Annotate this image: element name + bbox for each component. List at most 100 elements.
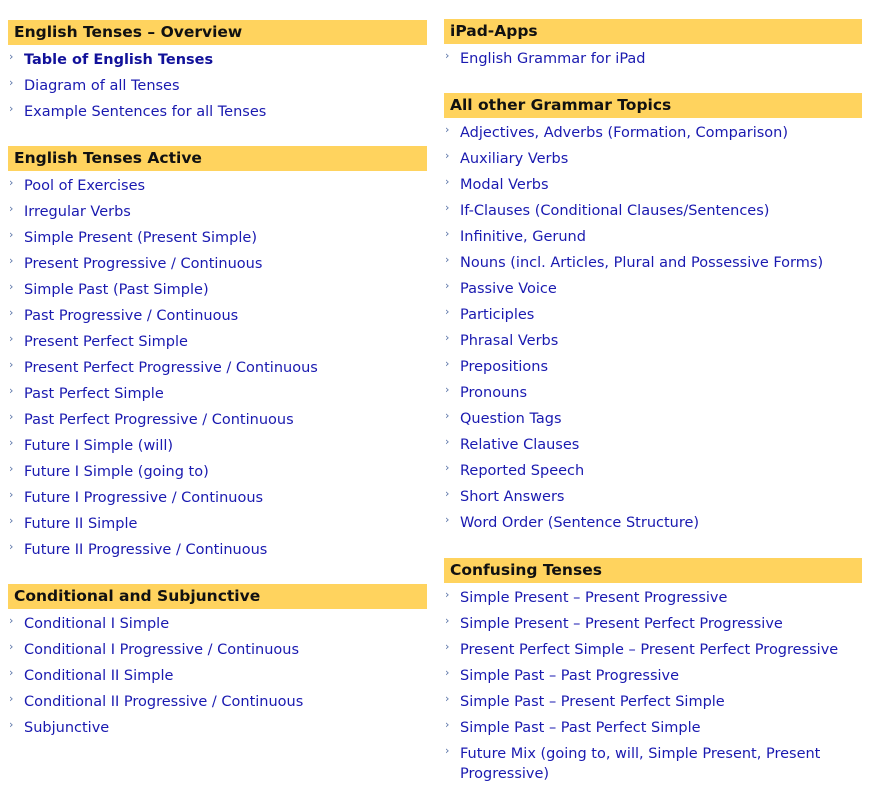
- link-future-mix-going-to-will-simple-present-present-progressive[interactable]: Future Mix (going to, will, Simple Prese…: [460, 746, 820, 782]
- list-item: › Passive Voice: [444, 279, 862, 299]
- link-simple-past-present-perfect-simple[interactable]: Simple Past – Present Perfect Simple: [460, 694, 725, 710]
- link-table-of-english-tenses[interactable]: Table of English Tenses: [24, 52, 213, 68]
- chevron-right-icon: ›: [445, 305, 450, 318]
- link-conditional-i-simple[interactable]: Conditional I Simple: [24, 616, 169, 632]
- chevron-right-icon: ›: [9, 540, 14, 553]
- chevron-right-icon: ›: [445, 435, 450, 448]
- list-item: › Conditional II Simple: [8, 666, 427, 686]
- link-simple-past-past-progressive[interactable]: Simple Past – Past Progressive: [460, 668, 679, 684]
- link-question-tags[interactable]: Question Tags: [460, 411, 562, 427]
- list-item: › Example Sentences for all Tenses: [8, 102, 427, 122]
- chevron-right-icon: ›: [9, 462, 14, 475]
- link-reported-speech[interactable]: Reported Speech: [460, 463, 584, 479]
- chevron-right-icon: ›: [445, 588, 450, 601]
- link-english-grammar-for-ipad[interactable]: English Grammar for iPad: [460, 51, 646, 67]
- link-word-order-sentence-structure[interactable]: Word Order (Sentence Structure): [460, 515, 699, 531]
- list-item: › Conditional II Progressive / Continuous: [8, 692, 427, 712]
- link-future-ii-simple[interactable]: Future II Simple: [24, 516, 137, 532]
- link-diagram-of-all-tenses[interactable]: Diagram of all Tenses: [24, 78, 180, 94]
- chevron-right-icon: ›: [9, 332, 14, 345]
- link-list: › Table of English Tenses › Diagram of all …: [8, 50, 427, 122]
- link-adjectives-adverbs-formation-comparison[interactable]: Adjectives, Adverbs (Formation, Comparis…: [460, 125, 788, 141]
- link-relative-clauses[interactable]: Relative Clauses: [460, 437, 579, 453]
- link-modal-verbs[interactable]: Modal Verbs: [460, 177, 549, 193]
- link-present-perfect-progressive-continuous[interactable]: Present Perfect Progressive / Continuous: [24, 360, 318, 376]
- list-item: › Simple Past (Past Simple): [8, 280, 427, 300]
- chevron-right-icon: ›: [9, 76, 14, 89]
- chevron-right-icon: ›: [445, 487, 450, 500]
- link-prepositions[interactable]: Prepositions: [460, 359, 548, 375]
- link-infinitive-gerund[interactable]: Infinitive, Gerund: [460, 229, 586, 245]
- chevron-right-icon: ›: [445, 461, 450, 474]
- link-passive-voice[interactable]: Passive Voice: [460, 281, 557, 297]
- list-item: › Present Perfect Progressive / Continuou…: [8, 358, 427, 378]
- link-simple-present-present-perfect-progressive[interactable]: Simple Present – Present Perfect Progres…: [460, 616, 783, 632]
- link-past-perfect-progressive-continuous[interactable]: Past Perfect Progressive / Continuous: [24, 412, 294, 428]
- link-participles[interactable]: Participles: [460, 307, 534, 323]
- list-item: › If-Clauses (Conditional Clauses/Sentenc…: [444, 201, 862, 221]
- link-conditional-i-progressive-continuous[interactable]: Conditional I Progressive / Continuous: [24, 642, 299, 658]
- list-item: › Simple Past – Past Perfect Simple: [444, 718, 862, 738]
- link-past-progressive-continuous[interactable]: Past Progressive / Continuous: [24, 308, 238, 324]
- chevron-right-icon: ›: [9, 436, 14, 449]
- list-item: › Simple Past – Past Progressive: [444, 666, 862, 686]
- chevron-right-icon: ›: [445, 666, 450, 679]
- link-pronouns[interactable]: Pronouns: [460, 385, 527, 401]
- link-simple-present-present-simple[interactable]: Simple Present (Present Simple): [24, 230, 257, 246]
- section-all-other-grammar-topics: All other Grammar Topics › Adjectives, Adv…: [444, 93, 862, 539]
- link-future-i-simple-will[interactable]: Future I Simple (will): [24, 438, 173, 454]
- link-list: › Adjectives, Adverbs (Formation, Compari…: [444, 123, 862, 533]
- link-pool-of-exercises[interactable]: Pool of Exercises: [24, 178, 145, 194]
- link-conditional-ii-progressive-continuous[interactable]: Conditional II Progressive / Continuous: [24, 694, 303, 710]
- chevron-right-icon: ›: [445, 253, 450, 266]
- link-phrasal-verbs[interactable]: Phrasal Verbs: [460, 333, 558, 349]
- chevron-right-icon: ›: [445, 744, 450, 757]
- link-present-progressive-continuous[interactable]: Present Progressive / Continuous: [24, 256, 262, 272]
- list-item: › Past Perfect Progressive / Continuous: [8, 410, 427, 430]
- chevron-right-icon: ›: [9, 102, 14, 115]
- chevron-right-icon: ›: [9, 306, 14, 319]
- link-conditional-ii-simple[interactable]: Conditional II Simple: [24, 668, 173, 684]
- list-item: › Future II Progressive / Continuous: [8, 540, 427, 560]
- list-item: › Present Perfect Simple – Present Perfec…: [444, 640, 862, 660]
- link-short-answers[interactable]: Short Answers: [460, 489, 564, 505]
- link-simple-past-past-perfect-simple[interactable]: Simple Past – Past Perfect Simple: [460, 720, 701, 736]
- list-item: › Adjectives, Adverbs (Formation, Compari…: [444, 123, 862, 143]
- link-auxiliary-verbs[interactable]: Auxiliary Verbs: [460, 151, 568, 167]
- section-confusing-tenses: Confusing Tenses › Simple Present – Presen…: [444, 558, 862, 790]
- list-item: › Simple Present – Present Progressive: [444, 588, 862, 608]
- list-item: › Diagram of all Tenses: [8, 76, 427, 96]
- link-simple-past-past-simple[interactable]: Simple Past (Past Simple): [24, 282, 209, 298]
- link-future-ii-progressive-continuous[interactable]: Future II Progressive / Continuous: [24, 542, 267, 558]
- chevron-right-icon: ›: [9, 384, 14, 397]
- link-past-perfect-simple[interactable]: Past Perfect Simple: [24, 386, 164, 402]
- link-future-i-simple-going-to[interactable]: Future I Simple (going to): [24, 464, 209, 480]
- link-if-clauses-conditional-clauses-sentences[interactable]: If-Clauses (Conditional Clauses/Sentence…: [460, 203, 769, 219]
- list-item: › Auxiliary Verbs: [444, 149, 862, 169]
- link-simple-present-present-progressive[interactable]: Simple Present – Present Progressive: [460, 590, 727, 606]
- chevron-right-icon: ›: [445, 331, 450, 344]
- link-nouns-incl-articles-plural-and-possessive-forms[interactable]: Nouns (incl. Articles, Plural and Posses…: [460, 255, 823, 271]
- section-conditional-and-subjunctive: Conditional and Subjunctive › Conditional …: [8, 584, 427, 744]
- list-item: › Present Perfect Simple: [8, 332, 427, 352]
- link-irregular-verbs[interactable]: Irregular Verbs: [24, 204, 131, 220]
- list-item: › Question Tags: [444, 409, 862, 429]
- link-present-perfect-simple[interactable]: Present Perfect Simple: [24, 334, 188, 350]
- list-item: › Prepositions: [444, 357, 862, 377]
- chevron-right-icon: ›: [9, 718, 14, 731]
- link-subjunctive[interactable]: Subjunctive: [24, 720, 109, 736]
- chevron-right-icon: ›: [445, 175, 450, 188]
- chevron-right-icon: ›: [445, 718, 450, 731]
- list-item: › Conditional I Simple: [8, 614, 427, 634]
- chevron-right-icon: ›: [9, 410, 14, 423]
- list-item: › Future Mix (going to, will, Simple Pres…: [444, 744, 862, 784]
- chevron-right-icon: ›: [9, 692, 14, 705]
- list-item: › Participles: [444, 305, 862, 325]
- section-header: Confusing Tenses: [444, 558, 862, 583]
- link-example-sentences-for-all-tenses[interactable]: Example Sentences for all Tenses: [24, 104, 266, 120]
- link-present-perfect-simple-present-perfect-progressive[interactable]: Present Perfect Simple – Present Perfect…: [460, 642, 838, 658]
- section-header: English Tenses Active: [8, 146, 427, 171]
- list-item: › Reported Speech: [444, 461, 862, 481]
- link-future-i-progressive-continuous[interactable]: Future I Progressive / Continuous: [24, 490, 263, 506]
- chevron-right-icon: ›: [9, 666, 14, 679]
